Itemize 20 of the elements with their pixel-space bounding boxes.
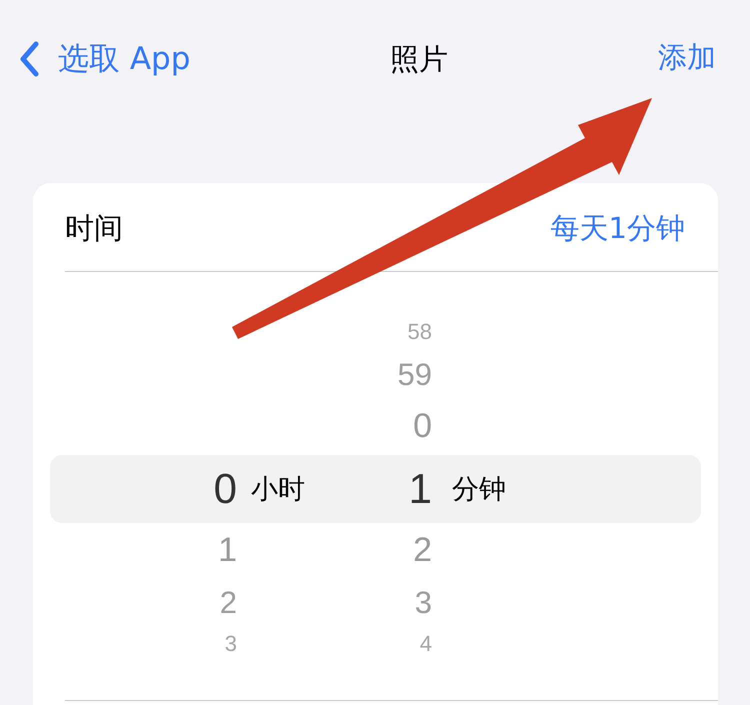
picker-value[interactable]: 3 [50,628,237,660]
back-button[interactable]: 选取 App [18,38,190,80]
picker-value[interactable]: 0 [331,398,432,455]
picker-value[interactable]: 2 [50,578,237,628]
setting-value[interactable]: 每天1分钟 [550,209,685,249]
add-button[interactable]: 添加 [658,38,716,78]
picker-value[interactable]: 3 [331,578,432,628]
picker-value[interactable]: 58 [331,312,432,352]
picker-value[interactable]: 1 [331,455,432,523]
picker-unit: 小时 [251,473,306,507]
picker-value[interactable]: 2 [331,523,432,578]
picker-value[interactable]: 4 [331,628,432,660]
picker-value[interactable]: 0 [50,455,237,523]
picker-value[interactable]: 59 [331,352,432,398]
picker-value[interactable]: 1 [50,523,237,578]
screen-title: 照片 [390,41,448,78]
picker-unit: 分钟 [452,473,507,507]
chevron-left-icon [18,41,40,77]
time-picker[interactable]: 0 1 2 3 小时 58 59 0 1 2 3 4 分钟 [50,312,701,660]
setting-label: 时间 [65,210,123,247]
